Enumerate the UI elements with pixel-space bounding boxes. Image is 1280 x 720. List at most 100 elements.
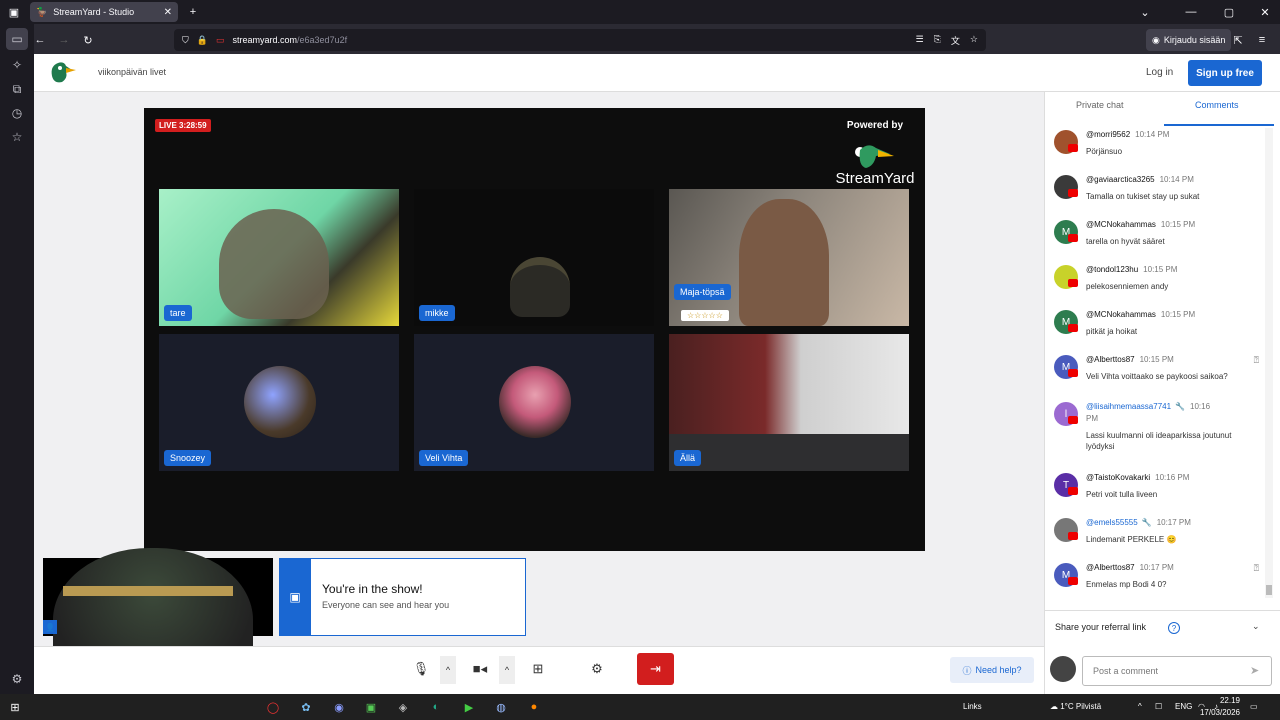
forward-icon[interactable]: →	[56, 31, 72, 49]
signup-button[interactable]: Sign up free	[1188, 60, 1262, 86]
participant-tile-tare[interactable]: tare	[159, 189, 399, 326]
comment-item: M @Alberttos87 10:17 PM ⍰ Enmelas mp Bodi…	[1054, 563, 1259, 593]
studio-header	[34, 54, 1280, 92]
shield-icon: ⛉	[182, 34, 189, 45]
comment-time: 10:16 PM	[1155, 473, 1190, 482]
tab-overview-icon[interactable]: ▣	[6, 4, 22, 20]
add-to-stage-icon[interactable]: ⍰	[1254, 355, 1259, 366]
comment-time: 10:15 PM	[1160, 310, 1196, 319]
participant-avatar	[244, 366, 316, 438]
powered-by-label: Powered by	[846, 120, 904, 131]
links-toolbar[interactable]: Links	[963, 702, 982, 711]
participant-tile-snoozey[interactable]: Snoozey	[159, 334, 399, 471]
tab-list-chevron-icon[interactable]: ⌄	[1138, 4, 1152, 20]
network-icon[interactable]: ☐	[1155, 702, 1162, 711]
comment-time: 10:15 PM	[1143, 265, 1178, 274]
camera-icon[interactable]: ■◂	[469, 658, 491, 680]
participant-video	[739, 199, 829, 326]
customize-sidebar-icon[interactable]: ⚙	[0, 668, 34, 690]
reload-icon[interactable]: ↻	[80, 31, 96, 49]
firefox-icon[interactable]: ●	[523, 696, 545, 718]
steam-icon[interactable]: ◍	[490, 696, 512, 718]
sidebar-toggle-icon[interactable]: ▭	[6, 28, 28, 50]
clock-time[interactable]: 22.19	[1200, 696, 1240, 705]
tray-chevron-icon[interactable]: ^	[1138, 702, 1142, 711]
start-icon[interactable]: ⊞	[4, 696, 26, 718]
discord-icon[interactable]: ◉	[328, 696, 350, 718]
comment-user: @Alberttos87	[1086, 563, 1135, 572]
account-icon: ◉	[1152, 34, 1160, 45]
app-icon[interactable]: ◈	[392, 696, 414, 718]
back-icon[interactable]: ←	[32, 31, 48, 49]
microphone-icon[interactable]: 🎙	[410, 658, 432, 680]
browser-tab[interactable]: 🦆 StreamYard - Studio ✕	[30, 2, 178, 22]
minimize-icon[interactable]: —	[1184, 4, 1198, 20]
share-screen-icon[interactable]: ⊞	[527, 658, 549, 680]
mic-options-chevron-icon[interactable]: ^	[440, 656, 456, 684]
streamyard-logo-icon[interactable]	[48, 58, 78, 86]
screenshot-icon[interactable]: ⎘	[934, 34, 941, 47]
help-circle-icon: ⓘ	[962, 665, 972, 676]
active-tab-indicator	[1164, 124, 1274, 126]
reader-view-icon[interactable]: ☰	[916, 34, 924, 47]
comment-text: Veli Vihta voittaako se paykoosi saikoa?	[1086, 372, 1228, 381]
comment-time: 10:16	[1190, 402, 1211, 411]
referral-link-label[interactable]: Share your referral link	[1055, 622, 1146, 632]
edge-icon[interactable]: ◐	[425, 696, 447, 718]
add-to-stage-icon[interactable]: ⍰	[1254, 563, 1259, 574]
post-comment-input[interactable]: Post a comment	[1082, 656, 1272, 686]
app-icon[interactable]: ✿	[295, 696, 317, 718]
participant-tile-alla[interactable]: Ällä	[669, 334, 909, 471]
extensions-icon[interactable]: ⇱	[1230, 31, 1246, 49]
need-help-button[interactable]: ⓘ Need help?	[950, 657, 1034, 683]
media-player-icon[interactable]: ▶	[458, 696, 480, 718]
streamyard-duck-icon	[838, 138, 898, 172]
camera-options-chevron-icon[interactable]: ^	[499, 656, 515, 684]
close-tab-icon[interactable]: ✕	[164, 7, 172, 18]
login-link[interactable]: Log in	[1146, 67, 1173, 78]
send-icon[interactable]: ➤	[1250, 664, 1259, 677]
bookmarks-icon[interactable]: ☆	[0, 126, 34, 148]
tab-comments[interactable]: Comments	[1195, 100, 1239, 110]
tab-private-chat[interactable]: Private chat	[1076, 100, 1124, 110]
youtube-icon	[1068, 577, 1078, 585]
history-icon[interactable]: ◷	[0, 102, 34, 124]
bookmark-star-icon[interactable]: ☆	[970, 34, 978, 47]
participant-name: Maja-töpsä	[674, 284, 731, 300]
opera-icon[interactable]: ◯	[262, 696, 284, 718]
comment-user: @MCNokahammas	[1086, 220, 1156, 229]
participant-tile-veli-vihta[interactable]: Veli Vihta	[414, 334, 654, 471]
comment-item: M @MCNokahammas 10:15 PM pitkät ja hoikat	[1054, 310, 1259, 340]
translate-icon[interactable]: 文	[951, 34, 960, 47]
scrollbar-thumb[interactable]	[1266, 585, 1272, 595]
clock-date[interactable]: 17/03/2026	[1194, 708, 1240, 717]
comment-text: pelekosenniemen andy	[1086, 282, 1169, 291]
chevron-down-icon[interactable]: ⌄	[1252, 621, 1260, 632]
menu-icon[interactable]: ≡	[1254, 31, 1270, 49]
participant-tile-mikke[interactable]: mikke	[414, 189, 654, 326]
in-show-banner	[279, 558, 526, 636]
maximize-icon[interactable]: ▢	[1222, 4, 1236, 20]
weather-label: 1°C Pilvistä	[1060, 702, 1102, 711]
participant-tile-maja[interactable]: Maja-töpsä ☆☆☆☆☆	[669, 189, 909, 326]
comments-scrollbar[interactable]	[1265, 128, 1273, 598]
comment-user: @gaviaarctica3265	[1086, 175, 1155, 184]
need-help-label: Need help?	[975, 665, 1022, 675]
app-icon[interactable]: ▣	[360, 696, 382, 718]
url-bar[interactable]: ⛉ 🔒 ▭ streamyard.com/e6a3ed7u2f ☰ ⎘ 文 ☆	[174, 29, 986, 51]
comment-user: @TaistoKovakarki	[1086, 473, 1151, 482]
my-avatar	[1050, 656, 1076, 682]
ai-chatbot-icon[interactable]: ✧	[0, 54, 34, 76]
close-window-icon[interactable]: ✕	[1258, 4, 1272, 20]
language-indicator[interactable]: ENG	[1175, 702, 1192, 711]
comment-text: tarella on hyvät sääret	[1086, 237, 1165, 246]
synced-tabs-icon[interactable]: ⧉	[0, 78, 34, 100]
weather-widget[interactable]: ☁ 1°C Pilvistä	[1050, 702, 1101, 711]
help-question-icon[interactable]: ?	[1168, 622, 1180, 634]
notifications-icon[interactable]: ▭	[1250, 702, 1258, 711]
settings-gear-icon[interactable]: ⚙	[586, 658, 608, 680]
account-button[interactable]: ◉ Kirjaudu sisään	[1146, 29, 1232, 51]
new-tab-icon[interactable]: +	[186, 4, 200, 20]
comment-text: Lassi kuulmanni oli ideaparkissa joutunu…	[1086, 431, 1232, 451]
leave-studio-button[interactable]: ⇥	[637, 653, 674, 685]
